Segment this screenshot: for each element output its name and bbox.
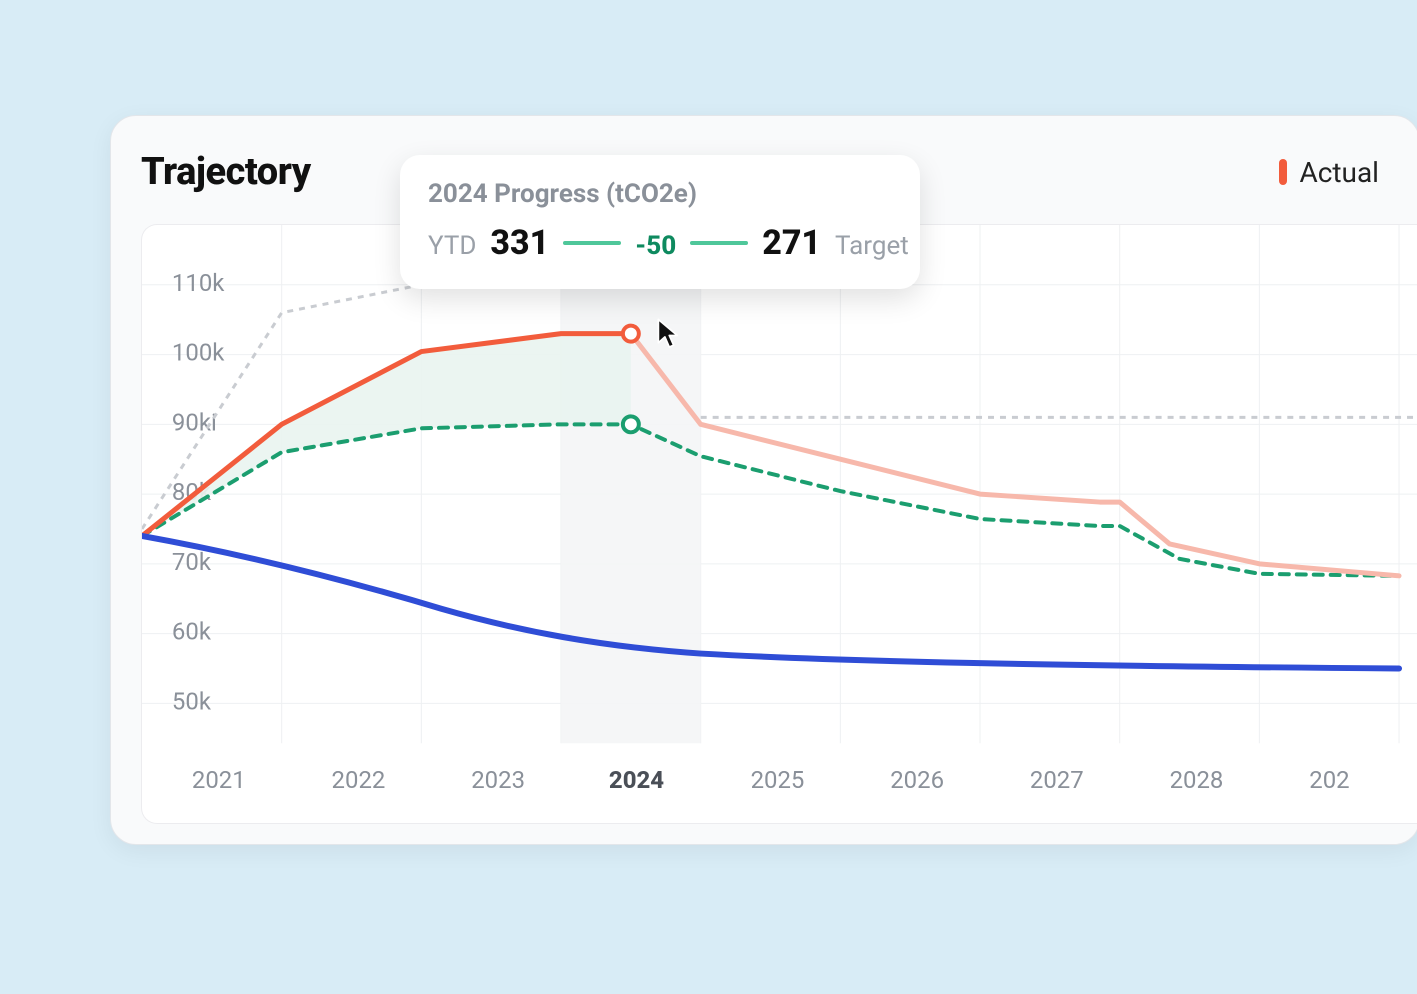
x-tick: 2022 <box>332 766 386 794</box>
actual-marker-2024 <box>623 326 639 342</box>
tooltip-connector-icon <box>563 241 621 245</box>
y-tick: 60k <box>172 618 212 646</box>
cursor-icon <box>655 318 685 350</box>
chart-tooltip: 2024 Progress (tCO2e) YTD 331 -50 271 Ta… <box>400 155 920 289</box>
card-title: Trajectory <box>141 150 311 194</box>
y-tick: 90ki <box>172 408 217 436</box>
x-tick-active: 2024 <box>609 766 664 794</box>
x-tick: 202 <box>1309 766 1349 794</box>
y-tick: 70k <box>172 548 212 576</box>
tooltip-row: YTD 331 -50 271 Target <box>428 223 892 263</box>
y-tick: 110k <box>172 269 225 297</box>
tooltip-connector-icon <box>690 241 748 245</box>
legend: Actual <box>1279 156 1379 189</box>
tooltip-title: 2024 Progress (tCO2e) <box>428 179 892 209</box>
x-tick: 2026 <box>890 766 944 794</box>
x-tick: 2021 <box>192 766 246 794</box>
chart-plot-area[interactable]: 110k 100k 90ki 80k 70k 60k 50k <box>141 224 1417 824</box>
tooltip-ytd-label: YTD <box>428 231 476 261</box>
y-tick: 50k <box>172 687 212 715</box>
tooltip-ytd-value: 331 <box>490 223 549 263</box>
tooltip-target-value: 271 <box>762 223 821 263</box>
x-tick: 2027 <box>1030 766 1084 794</box>
target-marker-2024 <box>623 416 639 432</box>
x-tick: 2023 <box>471 766 525 794</box>
y-tick: 100k <box>172 339 225 367</box>
legend-swatch-actual <box>1279 159 1287 185</box>
legend-label-actual: Actual <box>1299 156 1379 189</box>
tooltip-target-label: Target <box>835 231 909 261</box>
chart-svg: 110k 100k 90ki 80k 70k 60k 50k <box>142 225 1417 823</box>
x-tick: 2025 <box>751 766 805 794</box>
x-tick: 2028 <box>1170 766 1224 794</box>
tooltip-delta: -50 <box>635 231 676 261</box>
